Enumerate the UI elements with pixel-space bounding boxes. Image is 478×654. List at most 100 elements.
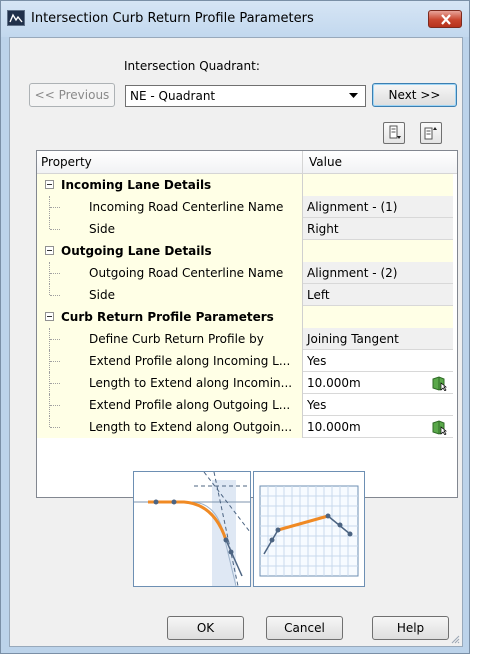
property-value: Alignment - (1) [307,200,398,214]
property-cell[interactable]: Length to Extend along Outgoin... [37,416,302,438]
tree-connector [50,339,60,340]
value-cell[interactable]: Yes [303,350,453,372]
grid-header: Property Value [37,151,457,174]
collapse-all-icon [389,125,401,139]
property-label: Define Curb Return Profile by [89,332,264,346]
grid-property-row[interactable]: Define Curb Return Profile by Joining Tan… [37,328,457,350]
property-value: Yes [307,354,327,368]
property-cell[interactable]: Outgoing Lane Details [37,240,302,262]
property-value: Left [307,288,330,302]
property-grid[interactable]: Property Value Incoming Lane Details Inco… [36,150,458,498]
value-cell [303,174,453,196]
property-value: 10.000m [307,420,361,434]
tree-connector [50,229,60,230]
grid-property-row[interactable]: Extend Profile along Incoming L... Yes [37,350,457,372]
grid-property-row[interactable]: Extend Profile along Outgoing L... Yes [37,394,457,416]
tree-connector [50,207,60,208]
tree-connector [50,295,60,296]
value-cell [303,306,453,328]
property-label: Incoming Lane Details [61,178,212,192]
property-label: Length to Extend along Outgoin... [89,420,293,434]
next-button[interactable]: Next >> [372,83,457,107]
property-cell[interactable]: Incoming Lane Details [37,174,302,196]
tree-connector [49,416,50,427]
title-bar[interactable]: Intersection Curb Return Profile Paramet… [1,1,469,37]
tree-connector [49,218,50,229]
property-label: Extend Profile along Outgoing L... [89,398,291,412]
expand-all-icon [424,127,437,140]
property-cell[interactable]: Curb Return Profile Parameters [37,306,302,328]
property-label: Side [89,288,115,302]
quadrant-label: Intersection Quadrant: [124,59,260,73]
collapse-toggle-icon[interactable] [45,312,54,321]
property-value: Right [307,222,339,236]
quadrant-selected-value: NE - Quadrant [130,89,216,103]
chevron-down-icon [349,93,358,98]
collapse-toggle-icon[interactable] [45,180,54,189]
pick-in-drawing-icon[interactable] [431,375,447,391]
property-column-header[interactable]: Property [41,155,92,169]
property-cell[interactable]: Length to Extend along Incomin... [37,372,302,394]
help-button[interactable]: Help [372,616,449,640]
property-cell[interactable]: Outgoing Road Centerline Name [37,262,302,284]
value-cell[interactable]: Joining Tangent [303,328,453,350]
value-cell[interactable]: Alignment - (2) [303,262,453,284]
collapse-all-button[interactable] [383,122,405,144]
expand-all-button[interactable] [420,122,442,144]
property-label: Extend Profile along Incoming L... [89,354,291,368]
grid-property-row[interactable]: Side Left [37,284,457,306]
curb-return-preview [133,471,251,587]
property-value: 10.000m [307,376,361,390]
ok-button[interactable]: OK [167,616,244,640]
property-label: Outgoing Road Centerline Name [89,266,284,280]
property-label: Length to Extend along Incomin... [89,376,293,390]
value-cell[interactable]: 10.000m [303,416,453,438]
property-label: Incoming Road Centerline Name [89,200,284,214]
property-value: Joining Tangent [307,332,399,346]
tree-connector [50,405,60,406]
collapse-toggle-icon[interactable] [45,246,54,255]
grid-category-row[interactable]: Incoming Lane Details [37,174,457,196]
tree-connector [50,361,60,362]
resize-grip-icon[interactable] [450,634,460,644]
tree-connector [49,284,50,295]
property-cell[interactable]: Extend Profile along Outgoing L... [37,394,302,416]
previous-button[interactable]: << Previous [29,83,115,107]
property-label: Curb Return Profile Parameters [61,310,274,324]
tree-connector [50,273,60,274]
value-cell[interactable]: Alignment - (1) [303,196,453,218]
value-cell[interactable]: Yes [303,394,453,416]
cancel-button[interactable]: Cancel [266,616,343,640]
grid-property-row[interactable]: Length to Extend along Incomin... 10.000m [37,372,457,394]
dialog-app-icon [7,10,25,26]
property-value: Alignment - (2) [307,266,398,280]
grid-property-row[interactable]: Outgoing Road Centerline Name Alignment -… [37,262,457,284]
curb-return-plan-diagram [134,471,251,587]
value-column-header[interactable]: Value [309,155,342,169]
grid-property-row[interactable]: Incoming Road Centerline Name Alignment -… [37,196,457,218]
grid-category-row[interactable]: Curb Return Profile Parameters [37,306,457,328]
grid-property-row[interactable]: Side Right [37,218,457,240]
close-icon [441,14,451,25]
window-title: Intersection Curb Return Profile Paramet… [31,11,314,26]
grid-category-row[interactable]: Outgoing Lane Details [37,240,457,262]
quadrant-select[interactable]: NE - Quadrant [125,85,366,107]
tree-connector [50,383,60,384]
property-label: Outgoing Lane Details [61,244,212,258]
value-cell[interactable]: Left [303,284,453,306]
property-label: Side [89,222,115,236]
column-divider[interactable] [302,151,303,173]
property-cell[interactable]: Incoming Road Centerline Name [37,196,302,218]
property-cell[interactable]: Side [37,218,302,240]
value-cell [303,240,453,262]
property-cell[interactable]: Extend Profile along Incoming L... [37,350,302,372]
dialog-body: Intersection Quadrant: << Previous NE - … [9,37,463,647]
close-button[interactable] [428,10,462,28]
dialog-window: Intersection Curb Return Profile Paramet… [0,0,470,654]
property-cell[interactable]: Side [37,284,302,306]
grid-property-row[interactable]: Length to Extend along Outgoin... 10.000m [37,416,457,438]
property-cell[interactable]: Define Curb Return Profile by [37,328,302,350]
value-cell[interactable]: Right [303,218,453,240]
value-cell[interactable]: 10.000m [303,372,453,394]
pick-in-drawing-icon[interactable] [431,419,447,435]
